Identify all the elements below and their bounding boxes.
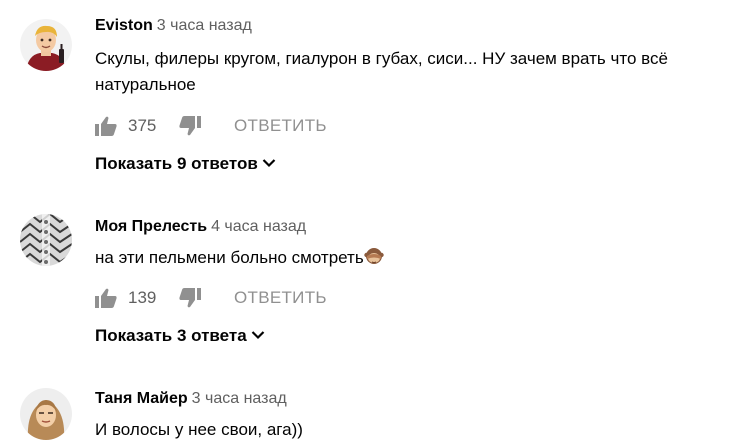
author-name[interactable]: Моя Прелесть [95,218,207,235]
chevron-down-icon [251,323,265,347]
cartoon-woman-avatar-icon[interactable] [20,388,72,440]
author-name[interactable]: Eviston [95,17,153,34]
show-replies-button[interactable]: Показать 9 ответов [95,152,276,176]
thumbs-up-icon[interactable] [95,288,117,308]
comment-text-content: на эти пельмени больно смотреть [95,248,364,267]
see-no-evil-monkey-icon [364,246,384,266]
comment-header: Таня Майер 3 часа назад [95,389,287,409]
comment-time[interactable]: 3 часа назад [157,17,252,34]
comment-header: Eviston 3 часа назад [95,16,252,36]
pattern-avatar-icon[interactable] [20,214,72,266]
thumbs-up-icon[interactable] [95,116,117,136]
show-replies-label: Показать 3 ответа [95,326,247,345]
show-replies-button[interactable]: Показать 3 ответа [95,324,265,348]
like-count: 139 [128,288,157,307]
thumbs-down-icon[interactable] [179,288,201,308]
comment-time[interactable]: 3 часа назад [192,390,287,407]
comment-actions: 139 ОТВЕТИТЬ [95,286,495,312]
comment-time[interactable]: 4 часа назад [211,218,306,235]
reply-button[interactable]: ОТВЕТИТЬ [234,114,327,138]
comment-text: на эти пельмени больно смотреть [95,245,744,271]
comment-text: Скулы, филеры кругом, гиалурон в губах, … [95,49,668,94]
reply-button[interactable]: ОТВЕТИТЬ [234,286,327,310]
comment-actions: 375 ОТВЕТИТЬ [95,114,495,140]
comment-header: Моя Прелесть 4 часа назад [95,217,306,237]
comment-text: И волосы у нее свои, ага)) [95,420,303,439]
show-replies-label: Показать 9 ответов [95,154,258,173]
like-count: 375 [128,116,157,135]
chevron-down-icon [262,151,276,175]
thumbs-down-icon[interactable] [179,116,201,136]
cartoon-man-avatar-icon[interactable] [20,19,72,71]
author-name[interactable]: Таня Майер [95,390,188,407]
